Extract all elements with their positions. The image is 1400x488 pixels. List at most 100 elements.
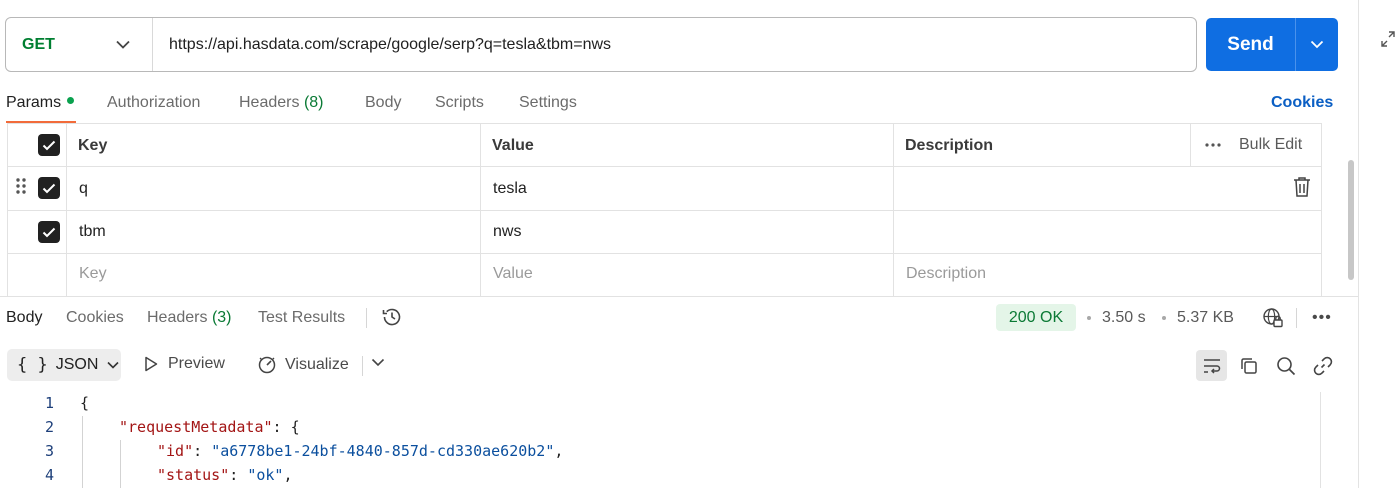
param-value-cell[interactable]: tesla bbox=[493, 180, 527, 198]
visualize-icon bbox=[258, 356, 276, 374]
response-size[interactable]: 5.37 KB bbox=[1177, 309, 1234, 327]
tab-authorization[interactable]: Authorization bbox=[107, 94, 200, 112]
send-button-group: Send bbox=[1206, 18, 1338, 71]
send-options-button[interactable] bbox=[1296, 18, 1338, 71]
json-braces-icon: { } bbox=[17, 355, 48, 375]
link-icon bbox=[1313, 356, 1332, 375]
wrap-lines-button[interactable] bbox=[1196, 350, 1227, 381]
tab-response-body[interactable]: Body bbox=[6, 309, 42, 327]
trash-icon[interactable] bbox=[1293, 176, 1311, 198]
json-punct: , bbox=[554, 442, 564, 460]
separator-dot bbox=[1162, 316, 1166, 320]
table-border bbox=[7, 123, 8, 296]
search-icon bbox=[1276, 356, 1295, 375]
response-divider bbox=[0, 296, 1358, 297]
visualize-label: Visualize bbox=[285, 356, 349, 373]
row-checkbox[interactable] bbox=[38, 221, 60, 243]
json-key: "status" bbox=[157, 466, 230, 484]
url-input[interactable]: https://api.hasdata.com/scrape/google/se… bbox=[153, 36, 611, 54]
chevron-down-icon[interactable] bbox=[371, 358, 385, 367]
divider bbox=[1296, 308, 1297, 328]
new-description-input[interactable]: Description bbox=[906, 265, 986, 283]
visualize-button[interactable]: Visualize bbox=[257, 355, 349, 375]
column-header-description: Description bbox=[905, 137, 994, 154]
table-border bbox=[893, 123, 894, 296]
more-icon[interactable]: ••• bbox=[1312, 309, 1332, 327]
play-icon bbox=[145, 356, 158, 372]
line-number: 1 bbox=[44, 394, 54, 412]
more-icon bbox=[1205, 143, 1221, 147]
json-punct: : bbox=[229, 466, 248, 484]
tab-body[interactable]: Body bbox=[365, 94, 401, 112]
wrap-icon bbox=[1203, 358, 1220, 374]
chevron-down-icon bbox=[116, 40, 130, 49]
globe-lock-icon[interactable] bbox=[1262, 307, 1284, 329]
divider bbox=[362, 356, 363, 376]
scrollbar-thumb[interactable] bbox=[1348, 160, 1354, 280]
bulk-edit-label: Bulk Edit bbox=[1239, 136, 1303, 153]
code-line: { bbox=[80, 394, 89, 412]
json-key: "requestMetadata" bbox=[119, 418, 273, 436]
column-header-value: Value bbox=[492, 137, 534, 154]
tab-scripts[interactable]: Scripts bbox=[435, 94, 484, 112]
table-border bbox=[480, 123, 481, 296]
preview-button[interactable]: Preview bbox=[144, 355, 225, 373]
response-headers-count: (3) bbox=[211, 309, 232, 326]
param-key-cell[interactable]: tbm bbox=[79, 223, 106, 241]
preview-label: Preview bbox=[168, 355, 225, 372]
params-table: Key Value Description Bulk Edit q tesla … bbox=[7, 123, 1322, 296]
new-key-input[interactable]: Key bbox=[79, 265, 107, 283]
bulk-edit-button[interactable]: Bulk Edit bbox=[1205, 136, 1302, 154]
param-key-cell[interactable]: q bbox=[79, 180, 88, 198]
select-all-checkbox[interactable] bbox=[38, 134, 60, 156]
method-select[interactable]: GET bbox=[6, 18, 153, 71]
editor-border bbox=[1320, 392, 1321, 488]
row-checkbox[interactable] bbox=[38, 177, 60, 199]
chevron-down-icon bbox=[107, 361, 119, 369]
search-button[interactable] bbox=[1270, 350, 1301, 381]
json-punct: , bbox=[283, 466, 293, 484]
expand-icon[interactable] bbox=[1380, 30, 1396, 48]
tab-response-cookies[interactable]: Cookies bbox=[66, 309, 124, 327]
json-brace: { bbox=[80, 394, 90, 412]
tab-test-results[interactable]: Test Results bbox=[258, 309, 345, 327]
panel-divider bbox=[1358, 0, 1359, 488]
status-badge[interactable]: 200 OK bbox=[996, 304, 1076, 331]
line-number: 2 bbox=[44, 418, 54, 436]
copy-button[interactable] bbox=[1233, 350, 1264, 381]
tab-params[interactable]: Params bbox=[6, 94, 75, 112]
column-header-key: Key bbox=[78, 137, 108, 154]
params-active-dot bbox=[67, 97, 75, 105]
drag-handle-icon[interactable] bbox=[16, 178, 26, 194]
method-label: GET bbox=[22, 35, 55, 53]
tab-headers[interactable]: Headers (8) bbox=[239, 94, 324, 112]
table-border bbox=[7, 253, 1322, 254]
history-icon[interactable] bbox=[381, 306, 403, 328]
tab-settings[interactable]: Settings bbox=[519, 94, 577, 112]
tab-response-headers-label: Headers bbox=[147, 309, 208, 326]
param-value-cell[interactable]: nws bbox=[493, 223, 521, 241]
check-icon bbox=[42, 227, 56, 237]
line-number: 3 bbox=[44, 442, 54, 460]
check-icon bbox=[42, 183, 56, 193]
tab-params-label: Params bbox=[6, 94, 62, 111]
cookies-link[interactable]: Cookies bbox=[1271, 94, 1333, 112]
json-string: "ok" bbox=[247, 466, 284, 484]
tab-response-headers[interactable]: Headers (3) bbox=[147, 309, 232, 327]
copy-link-button[interactable] bbox=[1307, 350, 1338, 381]
send-button[interactable]: Send bbox=[1206, 18, 1295, 71]
new-value-input[interactable]: Value bbox=[493, 265, 533, 283]
table-border bbox=[66, 123, 67, 296]
response-time[interactable]: 3.50 s bbox=[1102, 309, 1146, 327]
code-line: "id": "a6778be1-24bf-4840-857d-cd330ae62… bbox=[157, 442, 563, 460]
indent-guide bbox=[120, 440, 121, 488]
format-select[interactable]: { } JSON bbox=[7, 349, 121, 381]
separator-dot bbox=[1087, 316, 1091, 320]
format-label: JSON bbox=[55, 356, 99, 373]
copy-icon bbox=[1240, 357, 1257, 374]
json-punct: : bbox=[193, 442, 212, 460]
table-border bbox=[7, 210, 1322, 211]
chevron-down-icon bbox=[1310, 40, 1324, 49]
table-border bbox=[7, 166, 1322, 167]
table-border bbox=[1190, 123, 1191, 166]
